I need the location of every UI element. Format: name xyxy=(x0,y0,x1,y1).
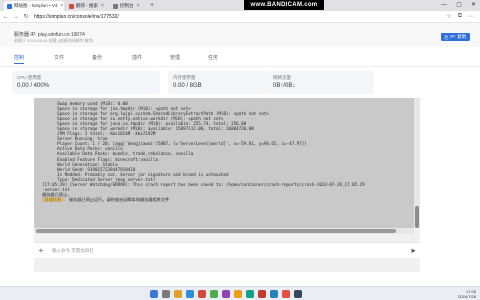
warning-text: 服务器已停止运行，请检查启动脚本和服务器相关文件 xyxy=(66,196,170,202)
menu-icon[interactable]: ⋯ xyxy=(468,13,474,20)
browser-tab-console[interactable]: 网站图 - Simplun • V4 × xyxy=(4,1,64,11)
window-controls: — ▢ ✕ xyxy=(441,1,476,10)
server-nav-tabs: 控制 文件 备份 插件 管理 任务 xyxy=(0,54,480,64)
os-taskbar: 17:05 2024/7/28 xyxy=(0,286,480,300)
app-icon[interactable] xyxy=(282,290,290,298)
send-icon[interactable]: ➤ xyxy=(406,247,420,255)
app-icon[interactable] xyxy=(246,290,254,298)
browser-tab-label: 翻译 - 搜索 xyxy=(76,3,98,8)
console-panel: Swap memory used (MiB): 0.00 Space in st… xyxy=(34,98,420,272)
browser-tab-label: 控制台 xyxy=(120,3,134,8)
console-horizontal-scrollbar[interactable] xyxy=(34,228,414,234)
scrollbar-thumb[interactable] xyxy=(415,206,419,228)
network-traffic-card: 网络流量 0B↑/0B↓ xyxy=(268,71,374,94)
tab-manage[interactable]: 管理 xyxy=(170,54,180,61)
memory-usage-card: 内存使用量 0.00 / 8GB xyxy=(168,71,268,94)
recording-watermark: www.BANDICAM.com xyxy=(244,0,324,10)
page-favicon-icon xyxy=(113,3,118,9)
console-vertical-scrollbar[interactable] xyxy=(414,98,420,228)
search-icon[interactable] xyxy=(162,290,170,298)
close-icon[interactable]: × xyxy=(60,3,63,9)
tab-console[interactable]: 控制 xyxy=(14,54,24,61)
console-output[interactable]: Swap memory used (MiB): 0.00 Space in st… xyxy=(34,98,414,228)
tab-backups[interactable]: 备份 xyxy=(92,54,102,61)
divider xyxy=(0,66,480,67)
tab-plugins[interactable]: 插件 xyxy=(132,54,142,61)
app-icon[interactable] xyxy=(234,290,242,298)
cpu-usage-card: CPU 使用量 0.00 / 400% xyxy=(12,71,160,94)
cpu-usage-label: CPU 使用量 xyxy=(17,75,42,80)
network-traffic-value: 0B↑/0B↓ xyxy=(273,83,296,89)
memory-usage-value: 0.00 / 8GB xyxy=(173,83,202,89)
maximize-button[interactable]: ▢ xyxy=(456,1,462,10)
close-icon[interactable]: × xyxy=(137,3,140,9)
back-arrow-icon[interactable]: ← xyxy=(2,14,10,20)
tab-tasks[interactable]: 任务 xyxy=(208,54,218,61)
warning-prefix: [容器信息]: xyxy=(42,196,67,202)
start-menu-icon[interactable] xyxy=(150,290,158,298)
add-icon[interactable]: + xyxy=(34,246,48,255)
new-tab-button[interactable]: + xyxy=(150,1,154,10)
app-icon[interactable] xyxy=(198,290,206,298)
scrollbar-thumb[interactable] xyxy=(36,229,396,233)
app-icon[interactable] xyxy=(222,290,230,298)
site-favicon-icon xyxy=(7,3,12,9)
browser-tab-other[interactable]: 控制台 × xyxy=(110,1,148,11)
app-icon[interactable] xyxy=(270,290,278,298)
copy-ip-label: IP: 复制 xyxy=(450,34,466,39)
system-clock[interactable]: 17:05 2024/7/28 xyxy=(458,289,476,299)
copy-icon: ⎘ xyxy=(444,34,449,40)
browser-tab-strip: 网站图 - Simplun • V4 × 翻译 - 搜索 × 控制台 × + w… xyxy=(0,0,480,11)
server-address: 服务器 IP: play.simfun.cn:19074 xyxy=(14,32,85,38)
url-field[interactable]: https://simplun.cn/console/ins/177532/ xyxy=(34,14,119,20)
star-icon[interactable]: ☆ xyxy=(446,13,451,20)
cpu-usage-value: 0.00 / 400% xyxy=(17,83,50,89)
clock-date: 2024/7/28 xyxy=(458,294,476,299)
command-bar: + ➤ xyxy=(34,242,420,258)
memory-usage-label: 内存使用量 xyxy=(173,75,196,80)
extensions-icon[interactable]: ⧉ xyxy=(458,13,462,20)
close-icon[interactable]: × xyxy=(101,3,104,9)
server-header: 服务器 IP: play.simfun.cn:19074 创建于 2024-08… xyxy=(0,23,480,47)
copy-ip-button[interactable]: ⎘ IP: 复制 xyxy=(440,33,470,41)
app-icon[interactable] xyxy=(294,290,302,298)
translate-favicon-icon xyxy=(69,3,74,9)
edge-browser-icon[interactable] xyxy=(186,290,194,298)
command-input[interactable] xyxy=(48,244,406,257)
minimize-button[interactable]: — xyxy=(441,1,447,10)
app-icon[interactable] xyxy=(258,290,266,298)
address-bar: ← → ↻ https://simplun.cn/console/ins/177… xyxy=(0,11,480,23)
file-explorer-icon[interactable] xyxy=(174,290,182,298)
network-traffic-label: 网络流量 xyxy=(273,75,291,80)
app-icon[interactable] xyxy=(210,290,218,298)
server-created-date: 创建于 2024-08-04 创建 (创建时间剩余 剩余) xyxy=(14,38,94,43)
forward-arrow-icon[interactable]: → xyxy=(12,14,20,20)
browser-tab-translate[interactable]: 翻译 - 搜索 × xyxy=(66,1,108,11)
console-warning-line: [容器信息]: 服务器已停止运行，请检查启动脚本和服务器相关文件 xyxy=(42,197,414,202)
reload-icon[interactable]: ↻ xyxy=(22,13,30,20)
active-tab-indicator xyxy=(14,63,24,64)
window-close-button[interactable]: ✕ xyxy=(471,1,476,10)
tab-files[interactable]: 文件 xyxy=(54,54,64,61)
browser-tab-label: 网站图 - Simplun • V4 xyxy=(14,3,58,8)
console-line: [17:05:29] [Server Watchdog/ERROR]: This… xyxy=(42,181,365,187)
